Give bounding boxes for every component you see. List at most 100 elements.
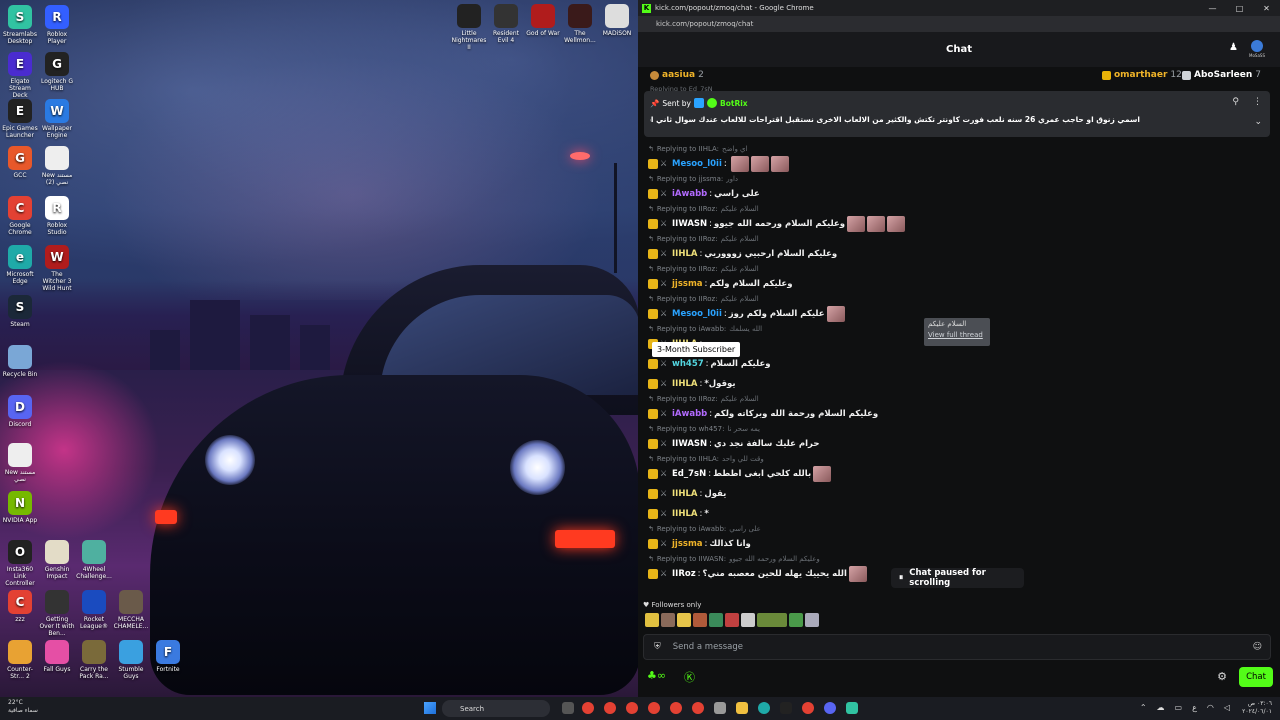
desktop-icon[interactable]: Fall Guys	[39, 640, 75, 673]
chat-message[interactable]: ↰ Replying to IIRoz: السلام عليكم ⚔ IIHLA: وع…	[648, 234, 1268, 264]
chat-message[interactable]: ↰ Replying to IIRoz: السلام عليكم ⚔ IIWASN: و…	[648, 204, 1268, 234]
emote-icon[interactable]	[770, 156, 789, 172]
subscriber-badge-icon[interactable]	[648, 409, 658, 419]
wifi-icon[interactable]: ◠	[1207, 703, 1214, 712]
emote-icon[interactable]	[813, 466, 832, 482]
chat-message[interactable]: ⚔ IIHLA: يقول	[648, 484, 1268, 504]
desktop-icon[interactable]: New مستند نصي (2)	[39, 146, 75, 186]
desktop-icon[interactable]: Getting Over It with Ben...	[39, 590, 75, 637]
chrome-icon[interactable]	[582, 702, 594, 714]
subscriber-badge-icon[interactable]	[648, 189, 658, 199]
reply-context[interactable]: ↰ Replying to IIRoz: السلام عليكم	[648, 394, 1268, 404]
chat-username[interactable]: Ed_7sN	[672, 469, 706, 479]
channel-avatar[interactable]: MoSaSS	[1244, 40, 1270, 62]
desktop-icon[interactable]: The Wellmon...	[562, 4, 598, 44]
chat-username[interactable]: jjssma	[672, 279, 703, 289]
desktop-icon[interactable]: Little Nightmares II	[451, 4, 487, 51]
chat-username[interactable]: Mesoo_l0ii	[672, 159, 722, 169]
reply-context[interactable]: ↰ Replying to iAwabb: على راسي	[648, 524, 1268, 534]
emote-icon[interactable]	[867, 216, 886, 232]
desktop-icon[interactable]: Recycle Bin	[2, 345, 38, 378]
chat-username[interactable]: IIWASN	[672, 219, 707, 229]
subscriber-badge-icon[interactable]	[648, 219, 658, 229]
desktop-icon[interactable]: S Streamlabs Desktop	[2, 5, 38, 45]
chat-message[interactable]: ↰ Replying to IIHLA: اي واضح ⚔ Mesoo_l0ii:	[648, 144, 1268, 174]
emote-icon[interactable]	[826, 306, 845, 322]
send-chat-button[interactable]: Chat	[1239, 667, 1273, 687]
chat-username[interactable]: IIHLA	[672, 489, 697, 499]
emote-icon[interactable]	[789, 613, 803, 627]
reply-context[interactable]: ↰ Replying to IIRoz: السلام عليكم	[648, 204, 1268, 214]
subscriber-badge-icon[interactable]	[648, 469, 658, 479]
emote-icon[interactable]	[730, 156, 749, 172]
streamlabs-icon[interactable]	[846, 702, 858, 714]
chat-input[interactable]: ⛨ Send a message ☺	[643, 634, 1271, 660]
file-explorer-icon[interactable]	[736, 702, 748, 714]
chat-message[interactable]: ⚔ IIHLA: *	[648, 504, 1268, 524]
language-icon[interactable]: ع	[1192, 703, 1197, 712]
emote-icon[interactable]	[661, 613, 675, 627]
subscriber-badge-icon[interactable]	[648, 309, 658, 319]
reply-context[interactable]: ↰ Replying to IIRoz: السلام عليكم	[648, 264, 1268, 274]
gear-icon[interactable]: ⚙	[1217, 670, 1227, 683]
chrome-icon[interactable]	[626, 702, 638, 714]
close-icon[interactable]: ✕	[1253, 0, 1280, 16]
task-view-icon[interactable]	[562, 702, 574, 714]
subscriber-badge-icon[interactable]	[648, 489, 658, 499]
desktop-icon[interactable]: God of War	[525, 4, 561, 37]
chat-username[interactable]: jjssma	[672, 539, 703, 549]
kick-points-icon[interactable]: ♣∞	[647, 669, 666, 685]
chat-paused-button[interactable]: ⏸ Chat paused for scrolling	[891, 568, 1024, 588]
subscriber-badge-icon[interactable]	[648, 569, 658, 579]
chat-message[interactable]: ↰ Replying to IIRoz: السلام عليكم ⚔ jjssma: و…	[648, 264, 1268, 294]
chat-username[interactable]: wh457	[672, 359, 704, 369]
desktop-icon[interactable]: R Roblox Player	[39, 5, 75, 45]
desktop-icon[interactable]: S Steam	[2, 295, 38, 328]
desktop-icon[interactable]: R Roblox Studio	[39, 196, 75, 236]
reply-context[interactable]: ↰ Replying to wh457: يمه سحر نا	[648, 424, 1268, 434]
emote-icon[interactable]	[750, 156, 769, 172]
reply-context[interactable]: ↰ Replying to IIRoz: السلام عليكم	[648, 234, 1268, 244]
app-icon[interactable]	[780, 702, 792, 714]
desktop-icon[interactable]: Carry the Pack Ra...	[76, 640, 112, 680]
unpin-icon[interactable]: ⚲	[1232, 97, 1239, 107]
leaderboard-item[interactable]: aasiua 2	[650, 70, 704, 80]
subscriber-badge-icon[interactable]	[648, 539, 658, 549]
leaderboard-item[interactable]: omarthaer 12	[1102, 70, 1182, 80]
network-icon[interactable]: ☁	[1157, 703, 1165, 712]
desktop-icon[interactable]: MADiSON	[599, 4, 635, 37]
desktop-icon[interactable]: N NVIDIA App	[2, 491, 38, 524]
chat-username[interactable]: IIRoz	[672, 569, 696, 579]
chrome-icon[interactable]	[802, 702, 814, 714]
subscriber-badge-icon[interactable]	[648, 159, 658, 169]
maximize-icon[interactable]: □	[1226, 0, 1253, 16]
clock[interactable]: ٠٣:٠٦ ص ٢٠٢٤/٠٦/٠١	[1242, 700, 1272, 716]
chat-username[interactable]: iAwabb	[672, 189, 707, 199]
taskbar-search[interactable]: Search	[442, 700, 550, 717]
subscriber-badge-icon[interactable]	[648, 359, 658, 369]
subscriber-badge-icon[interactable]	[648, 509, 658, 519]
desktop-icon[interactable]: G Logitech G HUB	[39, 52, 75, 92]
users-icon[interactable]: ♟	[1229, 42, 1238, 53]
desktop-icon[interactable]: e Microsoft Edge	[2, 245, 38, 285]
desktop-icon[interactable]: Counter-Str... 2	[2, 640, 38, 680]
desktop-icon[interactable]: 4Wheel Challenge...	[76, 540, 112, 580]
chat-message[interactable]: ⚔ wh457: وعليكم السلام	[648, 354, 1268, 374]
chat-username[interactable]: IIHLA	[672, 249, 697, 259]
desktop-icon[interactable]: E Epic Games Launcher	[2, 99, 38, 139]
emote-icon[interactable]	[725, 613, 739, 627]
reply-context[interactable]: ↰ Replying to IIRoz: السلام عليكم	[648, 294, 1268, 304]
chat-username[interactable]: IIHLA	[672, 509, 697, 519]
desktop-icon[interactable]: Rocket League®	[76, 590, 112, 630]
emote-icon[interactable]	[887, 216, 906, 232]
desktop-icon[interactable]: F Fortnite	[150, 640, 186, 673]
volume-icon[interactable]: ◁	[1224, 703, 1230, 712]
desktop-icon[interactable]: MECCHA CHAMELE...	[113, 590, 149, 630]
windows-start-icon[interactable]	[424, 702, 436, 714]
desktop-icon[interactable]: Genshin Impact	[39, 540, 75, 580]
chat-username[interactable]: IIWASN	[672, 439, 707, 449]
desktop-icon[interactable]: G GCC	[2, 146, 38, 179]
chrome-icon[interactable]	[692, 702, 704, 714]
emote-icon[interactable]	[757, 613, 787, 627]
desktop-icon[interactable]: Resident Evil 4	[488, 4, 524, 44]
